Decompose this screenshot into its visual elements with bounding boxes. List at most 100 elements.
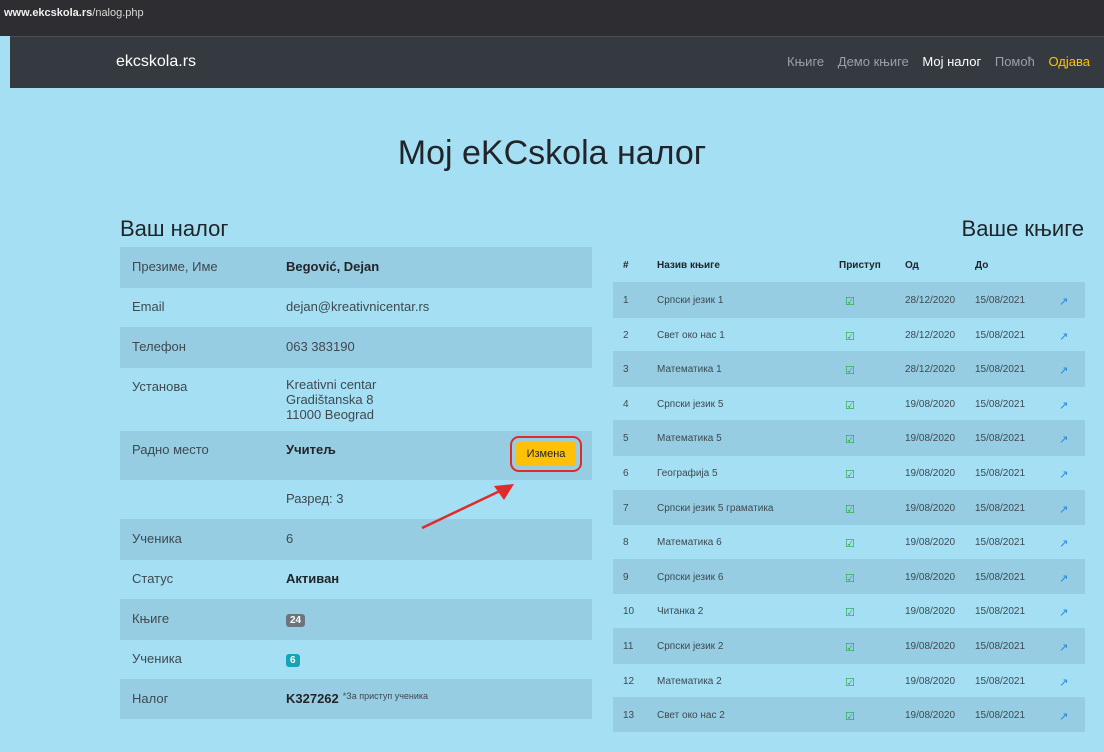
email-value: dejan@kreativnicentar.rs	[286, 299, 430, 314]
institution-line: 11000 Beograd	[286, 407, 374, 422]
col-header-from: Од	[905, 260, 919, 271]
books-table-body: 1 Српски језик 1 28/12/2020 15/08/2021 ☑ ↗ 2 Св…	[613, 282, 1085, 732]
browser-address-bar[interactable]: www.ekcskola.rs/nalog.php	[0, 0, 1104, 36]
nav-link-books[interactable]: Књиге	[787, 54, 824, 69]
nav-link-logout[interactable]: Одјава	[1048, 54, 1090, 69]
chart-line-icon[interactable]: ↗	[1059, 572, 1068, 585]
book-title[interactable]: Математика 1	[657, 364, 722, 375]
institution-line: Kreativni centar	[286, 377, 377, 392]
role-value: Учитељ	[286, 442, 336, 457]
nav-links: Књиге Демо књиге Мој налог Помоћ Одјава	[777, 54, 1090, 69]
book-title[interactable]: Српски језик 2	[657, 641, 723, 652]
chart-line-icon[interactable]: ↗	[1059, 503, 1068, 516]
books-table-header: # Назив књиге Приступ Од До	[613, 248, 1085, 282]
role-label: Радно место	[132, 442, 209, 457]
url-path: /nalog.php	[92, 7, 144, 19]
book-title[interactable]: Свет око нас 1	[657, 330, 725, 341]
students-value: 6	[286, 531, 294, 546]
check-square-icon: ☑	[845, 399, 855, 412]
nav-link-demo-books[interactable]: Демо књиге	[838, 54, 909, 69]
table-row: 7 Српски језик 5 граматика 19/08/2020 15/08…	[613, 489, 1085, 525]
check-square-icon: ☑	[845, 365, 855, 378]
account-row-name: Презиме, Име Begović, Dejan	[120, 247, 592, 287]
book-to-date: 15/08/2021	[975, 710, 1026, 722]
book-from-date: 28/12/2020	[905, 364, 956, 376]
nav-link-help[interactable]: Помоћ	[995, 54, 1035, 69]
page-title: Moj eKCskola налог	[397, 134, 707, 172]
book-number: 10	[623, 606, 635, 618]
book-from-date: 19/08/2020	[905, 502, 956, 514]
edit-role-button[interactable]: Измена	[510, 436, 582, 472]
books-heading: Ваше књиге	[961, 216, 1084, 241]
account-row-students: Ученика 6	[120, 519, 592, 559]
book-from-date: 19/08/2020	[905, 640, 956, 652]
account-note: *За приступ ученика	[342, 691, 429, 701]
top-navbar: ekcskola.rs Књиге Демо књиге Мој налог П…	[10, 36, 1104, 88]
book-from-date: 19/08/2020	[905, 606, 956, 618]
book-from-date: 28/12/2020	[905, 329, 956, 341]
chart-line-icon[interactable]: ↗	[1059, 468, 1068, 481]
grade-value: Разред: 3	[286, 491, 344, 506]
brand-link[interactable]: ekcskola.rs	[116, 53, 196, 71]
book-to-date: 15/08/2021	[975, 640, 1026, 652]
books-count-badge: 24	[286, 614, 306, 627]
book-number: 3	[623, 364, 629, 376]
book-to-date: 15/08/2021	[975, 295, 1026, 306]
book-title[interactable]: Математика 2	[657, 676, 722, 687]
book-to-date: 15/08/2021	[975, 398, 1026, 410]
book-from-date: 19/08/2020	[905, 571, 956, 583]
book-title[interactable]: Математика 6	[657, 537, 722, 548]
check-square-icon: ☑	[845, 468, 855, 481]
account-row-institution: Установа Kreativni centar Gradištanska 8…	[120, 367, 592, 431]
book-number: 13	[623, 710, 635, 722]
account-heading: Ваш налог	[120, 216, 229, 241]
chart-line-icon[interactable]: ↗	[1059, 710, 1068, 723]
account-code-cell: K327262 *За приступ ученика	[286, 691, 428, 706]
check-square-icon: ☑	[845, 641, 855, 654]
check-square-icon: ☑	[845, 296, 855, 308]
book-title[interactable]: Српски језик 5 граматика	[657, 503, 773, 514]
book-number: 8	[623, 537, 629, 549]
col-header-title: Назив књиге	[657, 260, 720, 271]
table-row: 3 Математика 1 28/12/2020 15/08/2021 ☑ ↗	[613, 351, 1085, 386]
institution-line: Gradištanska 8	[286, 392, 374, 407]
institution-address: Kreativni centar Gradištanska 8 11000 Be…	[286, 377, 376, 422]
book-number: 11	[623, 640, 634, 652]
chart-line-icon[interactable]: ↗	[1059, 606, 1068, 619]
check-square-icon: ☑	[845, 572, 855, 585]
check-square-icon: ☑	[845, 676, 855, 689]
table-row: 9 Српски језик 6 19/08/2020 15/08/2021 ☑ ↗	[613, 558, 1085, 594]
book-title[interactable]: Свет око нас 2	[657, 710, 725, 721]
account-row-email: Email dejan@kreativnicentar.rs	[120, 287, 592, 327]
book-from-date: 19/08/2020	[905, 537, 956, 549]
book-to-date: 15/08/2021	[975, 467, 1026, 479]
book-to-date: 15/08/2021	[975, 675, 1026, 687]
chart-line-icon[interactable]: ↗	[1059, 433, 1068, 446]
chart-line-icon[interactable]: ↗	[1059, 537, 1068, 550]
book-to-date: 15/08/2021	[975, 433, 1026, 445]
chart-line-icon[interactable]: ↗	[1059, 295, 1068, 308]
chart-line-icon[interactable]: ↗	[1059, 676, 1068, 689]
books-label: Књиге	[132, 611, 170, 626]
nav-link-my-account[interactable]: Мој налог	[922, 54, 981, 69]
chart-line-icon[interactable]: ↗	[1059, 641, 1068, 654]
book-to-date: 15/08/2021	[975, 329, 1026, 341]
check-square-icon: ☑	[845, 503, 855, 516]
book-title[interactable]: Српски језик 6	[657, 572, 723, 583]
book-title[interactable]: Српски језик 1	[657, 295, 723, 306]
phone-label: Телефон	[132, 339, 186, 354]
chart-line-icon[interactable]: ↗	[1059, 364, 1068, 377]
chart-line-icon[interactable]: ↗	[1059, 399, 1068, 412]
book-to-date: 15/08/2021	[975, 571, 1026, 583]
book-title[interactable]: Математика 5	[657, 433, 722, 444]
check-square-icon: ☑	[845, 711, 855, 724]
book-number: 1	[623, 295, 629, 306]
check-square-icon: ☑	[845, 434, 855, 447]
account-row-students-count: Ученика 6	[120, 639, 592, 679]
table-row: 1 Српски језик 1 28/12/2020 15/08/2021 ☑ ↗	[613, 282, 1085, 317]
book-title[interactable]: Географија 5	[657, 468, 718, 479]
chart-line-icon[interactable]: ↗	[1059, 330, 1068, 343]
students2-label: Ученика	[132, 651, 182, 666]
book-title[interactable]: Читанка 2	[657, 606, 703, 617]
book-title[interactable]: Српски језик 5	[657, 399, 723, 410]
